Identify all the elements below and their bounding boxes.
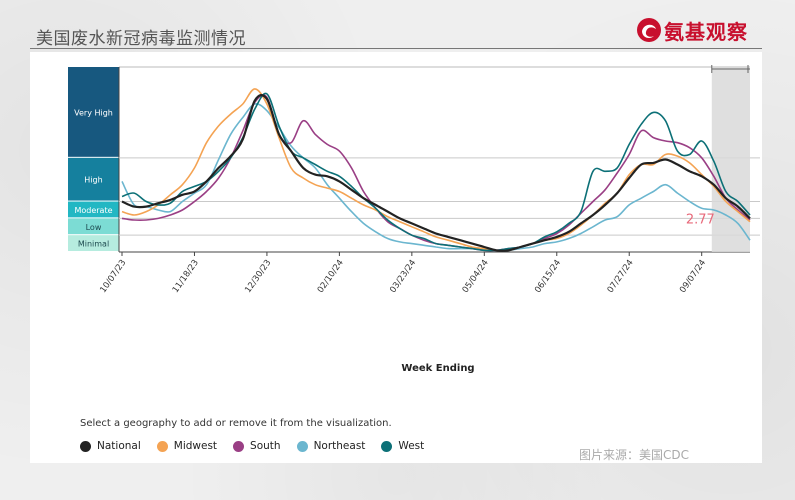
legend-label: West [398,440,425,452]
x-tick-label: 02/10/24 [316,258,346,295]
chart-card: Very High High Moderate Low Minimal 10/07/23… [30,52,762,463]
level-label: High [84,176,102,185]
series-line-northeast [121,103,751,252]
header-divider [30,48,762,49]
legend-label: Northeast [313,440,366,452]
page-title: 美国废水新冠病毒监测情况 [36,29,246,49]
legend-dot-midwest [156,440,168,452]
x-tick-label: 10/07/23 [98,258,128,295]
image-source-credit: 图片来源：美国CDC [579,448,689,462]
legend-item-south[interactable]: South [233,440,281,452]
x-tick-label: 03/23/24 [388,258,418,295]
level-label: Very High [74,108,113,117]
x-tick-label: 06/15/24 [533,258,563,295]
level-label: Moderate [74,206,112,215]
legend-item-west[interactable]: West [381,440,424,452]
x-tick-label: 11/18/23 [171,258,201,295]
brand-name: 氨基观察 [664,19,748,44]
legend-label: South [250,440,281,452]
legend-dot-west [381,440,393,452]
legend-label: Midwest [173,440,218,452]
brand-logo-group: 氨基观察 [636,16,748,44]
incomplete-data-shade [711,67,750,252]
legend-prompt: Select a geography to add or remove it f… [80,418,392,429]
x-tick-label: 07/27/24 [606,258,636,295]
legend: National Midwest South Northeast West [80,440,440,452]
brand-swirl-icon [637,18,661,42]
x-axis-label: Week Ending [401,363,474,374]
legend-dot-south [233,440,245,452]
level-label: Low [86,223,102,232]
legend-item-midwest[interactable]: Midwest [156,440,218,452]
latest-value-annotation: 2.77 [686,212,715,227]
legend-label: National [97,440,141,452]
x-tick-label: 05/04/24 [461,258,491,295]
level-label: Minimal [78,240,109,249]
legend-item-national[interactable]: National [80,440,141,452]
legend-dot-northeast [296,440,308,452]
legend-item-northeast[interactable]: Northeast [296,440,366,452]
x-tick-label: 12/30/23 [243,258,273,295]
chart-svg: Very High High Moderate Low Minimal 10/07/23… [68,65,760,374]
x-tick-label: 09/07/24 [678,258,708,295]
legend-dot-national [80,440,91,452]
